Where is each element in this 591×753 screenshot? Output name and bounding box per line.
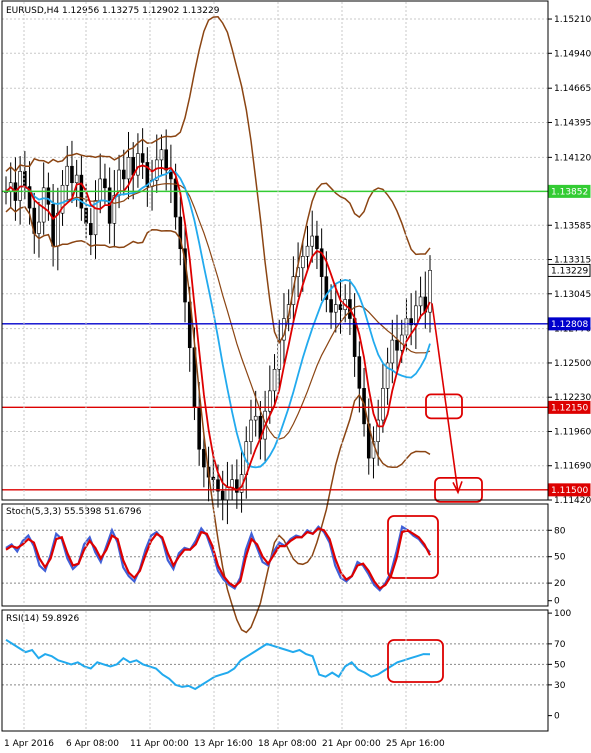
candle-body bbox=[197, 407, 201, 450]
candle-body bbox=[253, 415, 258, 421]
price-tick-label: 1.15210 bbox=[554, 15, 591, 25]
fast-moving-average bbox=[5, 164, 431, 492]
price-tick-label: 1.13585 bbox=[554, 221, 591, 231]
highlight-box bbox=[387, 515, 439, 579]
price-tag-label: 1.13852 bbox=[551, 187, 588, 197]
candle-body bbox=[93, 200, 98, 236]
indicator-tick-label: 80 bbox=[554, 526, 566, 536]
candle-body bbox=[249, 419, 253, 442]
time-tick-label: 11 Apr 00:00 bbox=[130, 739, 189, 749]
price-tick-label: 1.14940 bbox=[554, 49, 591, 59]
time-tick-label: 25 Apr 16:00 bbox=[386, 739, 445, 749]
candle-body bbox=[357, 356, 362, 389]
stochastic-panel: 80 50 20 0 bbox=[2, 515, 566, 607]
time-tick-label: 21 Apr 00:00 bbox=[322, 739, 381, 749]
time-tick-label: 18 Apr 08:00 bbox=[258, 739, 317, 749]
rsi-panel: 100 70 50 30 0 bbox=[2, 609, 571, 722]
candle-body bbox=[418, 296, 423, 307]
candle-body bbox=[329, 299, 333, 313]
candle-body bbox=[74, 174, 79, 184]
candle-body bbox=[140, 153, 145, 163]
projection-arrow bbox=[431, 303, 459, 493]
slow-moving-average bbox=[5, 169, 431, 469]
candle-body bbox=[37, 221, 41, 234]
candle-body bbox=[121, 169, 126, 180]
highlight-box bbox=[425, 393, 463, 420]
price-tag-label: 1.11500 bbox=[551, 486, 588, 496]
candle-body bbox=[159, 149, 164, 161]
indicator-tick-label: 50 bbox=[554, 553, 566, 563]
price-tag-label: 1.12808 bbox=[551, 320, 588, 330]
price-tick-label: 1.11690 bbox=[554, 462, 591, 472]
price-tick-label: 1.11960 bbox=[554, 427, 591, 437]
price-tag-label: 1.13229 bbox=[551, 266, 588, 276]
price-tick-label: 1.13045 bbox=[554, 290, 591, 300]
price-panel-frame bbox=[1, 0, 549, 501]
candle-body bbox=[65, 165, 70, 186]
chart-canvas: 1.15210 1.14940 1.14665 1.14395 1.14120 1.135… bbox=[1, 0, 591, 749]
candle-body bbox=[390, 339, 395, 364]
candle-body bbox=[70, 165, 74, 184]
indicator-tick-label: 100 bbox=[554, 609, 571, 619]
candle-body bbox=[381, 388, 385, 421]
price-tick-label: 1.14120 bbox=[554, 153, 591, 163]
candle-body bbox=[230, 479, 234, 488]
indicator-tick-label: 20 bbox=[554, 579, 566, 589]
highlight-box bbox=[387, 639, 444, 683]
candle-body bbox=[46, 187, 51, 205]
candle-body bbox=[395, 339, 399, 351]
candle-body bbox=[41, 187, 46, 223]
time-tick-label: 13 Apr 16:00 bbox=[194, 739, 253, 749]
indicator-tick-label: 0 bbox=[554, 712, 560, 722]
rsi-panel-frame bbox=[1, 609, 549, 732]
time-tick-label: 1 Apr 2016 bbox=[4, 739, 54, 749]
candle-body bbox=[333, 304, 338, 313]
indicator-tick-label: 70 bbox=[554, 640, 566, 650]
candle-body bbox=[202, 448, 206, 468]
price-tick-label: 1.12500 bbox=[554, 359, 591, 369]
rsi-header: RSI(14) 59.8926 bbox=[6, 614, 79, 624]
candle-body bbox=[98, 178, 103, 201]
indicator-tick-label: 30 bbox=[554, 681, 566, 691]
bollinger-middle-band bbox=[5, 182, 431, 440]
candle-body bbox=[315, 235, 319, 250]
price-tick-label: 1.11420 bbox=[554, 496, 591, 506]
price-tag-label: 1.12150 bbox=[551, 403, 588, 413]
candle-body bbox=[103, 178, 107, 189]
candle-body bbox=[126, 157, 131, 180]
candle-body bbox=[300, 256, 305, 269]
candle-body bbox=[310, 235, 315, 247]
stochastic-header: Stoch(5,3,3) 55.5398 51.6796 bbox=[6, 507, 142, 517]
candle-body bbox=[89, 223, 93, 236]
candle-body bbox=[268, 390, 272, 412]
candle-body bbox=[164, 149, 168, 171]
time-axis: 1 Apr 2016 6 Apr 08:00 11 Apr 00:00 13 Apr … bbox=[4, 739, 445, 749]
candle-body bbox=[305, 245, 310, 257]
candle-body bbox=[51, 204, 55, 247]
candle-body bbox=[56, 212, 60, 247]
candle-body bbox=[414, 305, 418, 326]
price-tick-label: 1.14395 bbox=[554, 118, 591, 128]
candle-body bbox=[272, 368, 277, 392]
candle-body bbox=[220, 490, 225, 501]
candle-body bbox=[136, 153, 140, 176]
indicator-tick-label: 50 bbox=[554, 660, 566, 670]
symbol-header: EURUSD,H4 1.12956 1.13275 1.12902 1.1322… bbox=[6, 6, 220, 16]
time-tick-label: 6 Apr 08:00 bbox=[66, 739, 119, 749]
price-tick-label: 1.14665 bbox=[554, 84, 591, 94]
indicator-tick-label: 0 bbox=[554, 597, 560, 607]
